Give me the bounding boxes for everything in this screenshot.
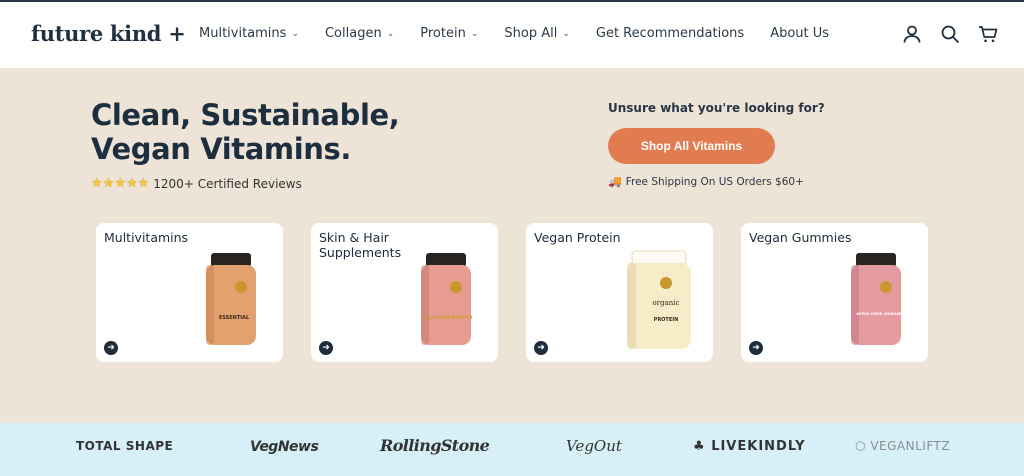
press-logo-total-shape: TOTAL SHAPE [76,439,174,453]
nav-get-recommendations[interactable]: Get Recommendations [596,26,744,41]
press-logo-veganliftz: ⬡ VEGANLIFTZ [855,439,950,453]
nav-label: Multivitamins [199,26,287,41]
press-logo-livekindly: ♣ LIVEKINDLY [693,439,806,454]
category-card-skin-hair[interactable]: Skin & Hair Supplements COLLAGEN BOOSTER… [311,223,498,362]
category-card-multivitamins[interactable]: Multivitamins ESSENTIAL ➜ [96,223,283,362]
bottle-label: PROTEIN [654,317,679,323]
brand-logo[interactable]: future kind + [31,21,186,46]
arrow-right-icon: ➜ [104,341,118,355]
logo-plus: + [168,21,186,46]
arrow-right-icon: ➜ [319,341,333,355]
nav-label: Protein [420,26,466,41]
shop-all-vitamins-button[interactable]: Shop All Vitamins [608,128,775,164]
protein-tub-image: organic PROTEIN [627,250,691,349]
card-label: Vegan Gummies [749,230,852,245]
press-logo-vegnews: VegNews [250,439,319,455]
hero-title: Clean, Sustainable, Vegan Vitamins. [91,98,511,166]
gummies-bottle-image: APPLE CIDER VINEGAR [851,253,902,345]
shipping-note: 🚚 Free Shipping On US Orders $60+ [608,175,804,188]
chevron-down-icon: ⌄ [562,28,570,39]
nav-label: Shop All [504,26,558,41]
press-logos-strip: TOTAL SHAPE VegNews RollingStone VegOut … [0,423,1024,476]
cart-icon[interactable] [978,24,998,44]
chevron-down-icon: ⌄ [470,28,479,39]
hero-title-line2: Vegan Vitamins. [91,132,351,166]
reviews-count: 1200+ Certified Reviews [153,176,302,191]
reviews-summary[interactable]: ★★★★★ 1200+ Certified Reviews [91,176,302,191]
chevron-down-icon: ⌄ [291,28,299,39]
nav-label: Get Recommendations [595,26,745,41]
arrow-right-icon: ➜ [749,341,763,355]
category-card-vegan-protein[interactable]: Vegan Protein organic PROTEIN ➜ [526,223,713,362]
header-icons [902,24,1016,44]
star-rating-icon: ★★★★★ [91,176,150,191]
truck-icon: 🚚 [608,175,622,188]
card-label: Multivitamins [104,230,189,245]
bottle-label: COLLAGEN BOOSTER [426,315,473,320]
nav-protein[interactable]: Protein ⌄ [420,26,478,41]
hero-title-line1: Clean, Sustainable, [91,98,400,132]
shipping-text: Free Shipping On US Orders $60+ [625,175,804,188]
site-header: future kind + Multivitamins ⌄ Collagen ⌄ P… [0,2,1024,68]
nav-collagen[interactable]: Collagen ⌄ [325,26,394,41]
press-logo-veganliftz-text: VEGANLIFTZ [870,439,951,453]
collagen-bottle-image: COLLAGEN BOOSTER [421,253,473,345]
press-logo-rolling-stone: RollingStone [380,436,490,455]
leaf-icon: ♣ [693,439,706,454]
logo-text: future kind [31,21,162,46]
press-logo-livekindly-text: LIVEKINDLY [711,439,806,454]
hexagon-icon: ⬡ [855,439,866,453]
nav-label: About Us [770,26,830,41]
chevron-down-icon: ⌄ [386,28,395,39]
press-logo-vegout: VegOut [566,437,622,455]
bottle-label: APPLE CIDER VINEGAR [856,312,902,316]
multivitamin-bottle-image: ESSENTIAL [206,253,256,345]
nav-about-us[interactable]: About Us [770,26,829,41]
unsure-prompt: Unsure what you're looking for? [608,101,825,115]
account-icon[interactable] [902,24,922,44]
search-icon[interactable] [940,24,960,44]
nav-shop-all[interactable]: Shop All ⌄ [504,26,570,41]
card-label: Skin & Hair Supplements [319,230,402,260]
card-label: Vegan Protein [534,230,621,245]
arrow-right-icon: ➜ [534,341,548,355]
nav-label: Collagen [324,26,382,41]
category-card-vegan-gummies[interactable]: Vegan Gummies APPLE CIDER VINEGAR ➜ [741,223,928,362]
svg-text:organic: organic [653,299,680,307]
nav-multivitamins[interactable]: Multivitamins ⌄ [199,26,299,41]
main-nav: Multivitamins ⌄ Collagen ⌄ Protein ⌄ Shop A… [199,26,855,41]
bottle-label: ESSENTIAL [219,315,250,321]
